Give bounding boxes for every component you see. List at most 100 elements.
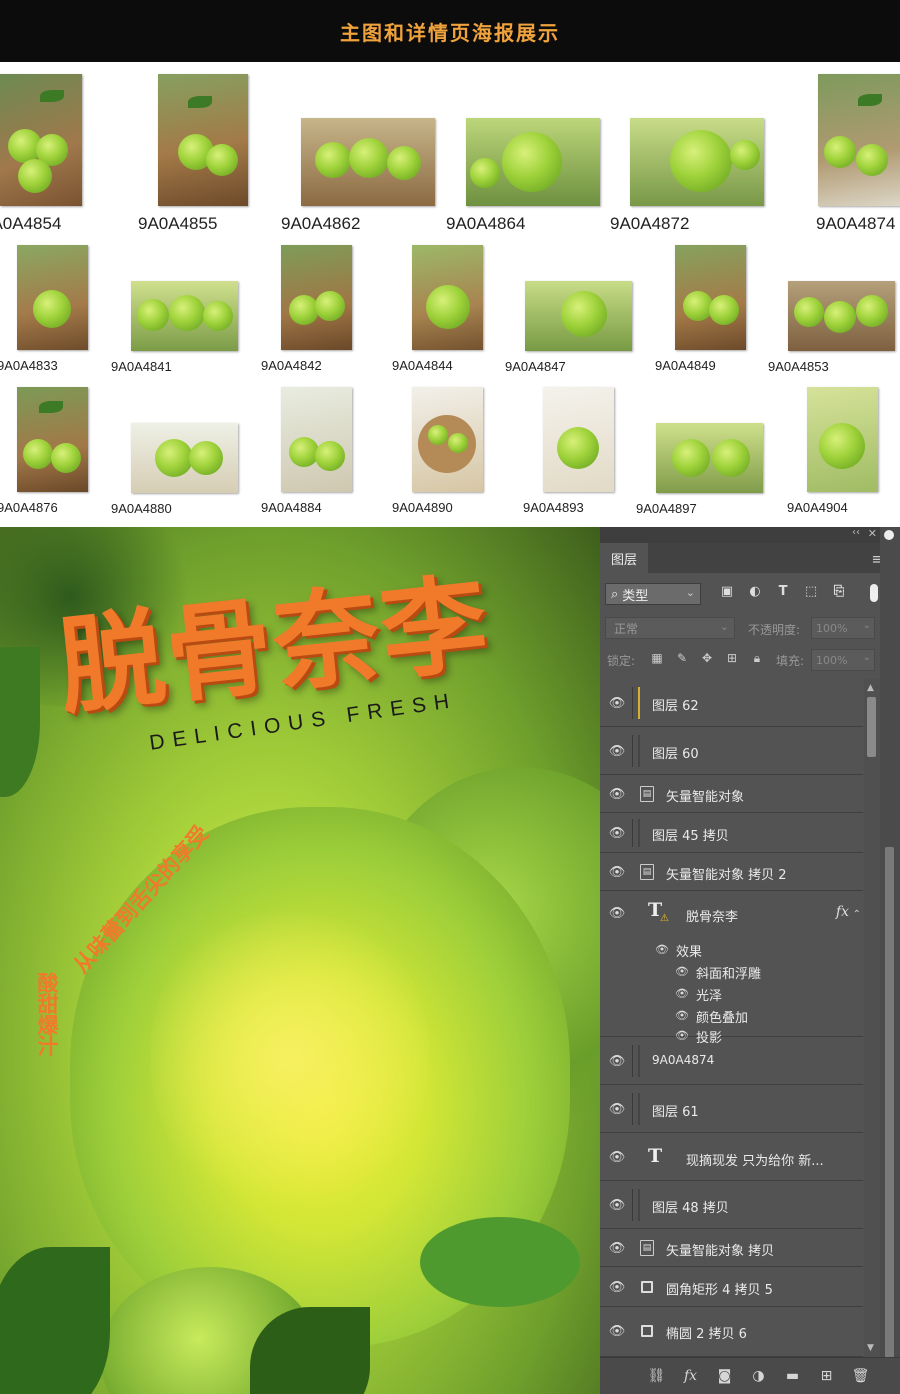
opacity-input[interactable]: 100% ⌄ [811,617,875,639]
thumbnail-image[interactable] [543,387,614,492]
tab-layers[interactable]: 图层 [600,543,648,573]
thumbnail-image[interactable] [818,74,900,206]
smart-object-icon: ▤ [640,1240,654,1256]
effects-eye-icon[interactable]: 👁︎ [654,941,670,957]
image-filter-icon[interactable]: ▣ [720,584,734,599]
blend-mode-select[interactable]: 正常 ⌄ [605,617,735,639]
thumbnail-label: 9A0A4849 [655,358,716,373]
thumbnail-image[interactable] [131,423,238,493]
fill-input[interactable]: 100% ⌄ [811,649,875,671]
thumbnail-image[interactable] [412,245,483,350]
lock-brush-icon[interactable]: ✎ [675,651,689,665]
fx-icon[interactable]: fx [836,904,849,920]
collapse-icon[interactable]: ‹‹ [852,527,860,538]
thumbnail-image[interactable] [466,118,600,206]
layer-filter-row: ⌕ 类型 ⌄ ▣ ◐ T ⬚ ⎘ [600,579,900,611]
thumbnail-image[interactable] [17,245,88,350]
visibility-eye-icon[interactable]: 👁︎ [609,743,626,759]
layer-row[interactable]: 👁︎ 图层 61 [600,1085,863,1133]
link-layers-icon[interactable]: ⛓ [648,1367,666,1384]
thumbnail-label: 9A0A4842 [261,358,322,373]
thumbnail-image[interactable] [525,281,632,351]
thumbnail-image[interactable] [630,118,764,206]
visibility-eye-icon[interactable]: 👁︎ [609,786,626,802]
layer-row[interactable]: 👁︎ T 现摘现发 只为给你 新... [600,1133,863,1181]
close-icon[interactable]: ✕ [868,527,877,540]
layer-row[interactable]: 👁︎ ▤ 矢量智能对象 [600,775,863,813]
filter-toggle-switch[interactable] [870,584,878,602]
panel-top-strip: ‹‹ ✕ [600,527,900,543]
thumbnail-image[interactable] [301,118,435,206]
add-mask-icon[interactable]: ◙ [716,1367,733,1384]
shape-filter-icon[interactable]: ⬚ [804,584,818,599]
thumbnail-image[interactable] [17,387,88,492]
layer-name: 矢量智能对象 [666,790,745,805]
layer-row[interactable]: 👁︎ ▤ 矢量智能对象 拷贝 2 [600,853,863,891]
scroll-down-icon[interactable]: ▼ [867,1343,874,1353]
new-layer-icon[interactable]: ⊞ [818,1367,835,1384]
adjustment-filter-icon[interactable]: ◐ [748,584,762,599]
visibility-eye-icon[interactable]: 👁︎ [609,1279,626,1295]
layer-name: 图层 60 [652,747,699,762]
new-group-icon[interactable]: ▬ [784,1367,801,1384]
thumbnail-image[interactable] [0,74,82,206]
lock-transparent-icon[interactable]: ▦ [650,651,664,665]
visibility-eye-icon[interactable]: 👁︎ [609,1240,626,1256]
layer-row[interactable]: 👁︎ ▤ 矢量智能对象 拷贝 [600,1229,863,1267]
layer-thumbnail [638,1189,640,1221]
effect-eye-icon[interactable]: 👁︎ [674,1007,690,1023]
type-filter-icon[interactable]: T [776,584,790,599]
thumbnail-label: 9A0A4864 [446,214,526,233]
lock-artboard-icon[interactable]: ⊞ [725,651,739,665]
effect-eye-icon[interactable]: 👁︎ [674,963,690,979]
fill-label: 填充: [776,654,805,668]
layer-row[interactable]: 👁︎ 圆角矩形 4 拷贝 5 [600,1267,863,1307]
scroll-thumb[interactable] [867,697,876,757]
layer-row[interactable]: 👁︎ 图层 62 [600,679,863,727]
lock-label: 锁定: [607,654,636,668]
thumbnail-image[interactable] [281,245,352,350]
smart-object-filter-icon[interactable]: ⎘ [832,584,846,599]
visibility-eye-icon[interactable]: 👁︎ [609,1053,626,1069]
layers-scrollbar[interactable]: ▲ ▼ [864,679,880,1357]
layer-row[interactable]: 👁︎ 图层 48 拷贝 [600,1181,863,1229]
fill-value: 100% [816,653,848,667]
thumbnail-image[interactable] [675,245,746,350]
gutter-scroll-track[interactable] [885,847,894,1367]
lock-all-icon[interactable]: 🔒︎ [750,651,764,665]
visibility-eye-icon[interactable]: 👁︎ [609,864,626,880]
thumbnail-label: 9A0A4880 [111,501,172,516]
visibility-eye-icon[interactable]: 👁︎ [609,1323,626,1339]
trash-icon[interactable]: 🗑︎ [852,1367,870,1384]
filter-kind-select[interactable]: ⌕ 类型 ⌄ [605,583,701,605]
layer-row[interactable]: 👁︎ 图层 60 [600,727,863,775]
chevron-down-icon: ⌄ [862,620,871,631]
chevron-up-icon[interactable]: ⌃ [853,909,861,920]
fx-add-style-icon[interactable]: fx [682,1367,699,1384]
visibility-eye-icon[interactable]: 👁︎ [609,905,626,921]
gutter-knob[interactable] [884,530,894,540]
thumbnail-image[interactable] [412,387,483,492]
layers-bottom-toolbar: ⛓ fx ◙ ◑ ▬ ⊞ 🗑︎ [600,1357,900,1394]
thumbnail-image[interactable] [656,423,763,493]
visibility-eye-icon[interactable]: 👁︎ [609,825,626,841]
thumbnail-image[interactable] [788,281,895,351]
layer-row[interactable]: 👁︎ 椭圆 2 拷贝 6 [600,1307,863,1357]
layer-row[interactable]: 👁︎ 图层 45 拷贝 [600,813,863,853]
effect-eye-icon[interactable]: 👁︎ [674,985,690,1001]
thumbnail-image[interactable] [158,74,248,206]
visibility-eye-icon[interactable]: 👁︎ [609,1149,626,1165]
layer-row[interactable]: 👁︎ 9A0A4874 [600,1037,863,1085]
layers-panel: ‹‹ ✕ 图层 ≡ ⌕ 类型 ⌄ ▣ ◐ T ⬚ ⎘ 正常 ⌄ 不透明度: 10… [600,527,900,1394]
visibility-eye-icon[interactable]: 👁︎ [609,1101,626,1117]
thumbnail-image[interactable] [131,281,238,351]
thumbnail-image[interactable] [281,387,352,492]
visibility-eye-icon[interactable]: 👁︎ [609,695,626,711]
visibility-eye-icon[interactable]: 👁︎ [609,1197,626,1213]
layer-row-text-effects[interactable]: 👁︎ T ⚠ 脱骨奈李 fx ⌃ 👁︎ 效果 👁︎ 斜面和浮雕 👁︎ 光泽 👁︎… [600,891,863,1046]
lock-move-icon[interactable]: ✥ [700,651,714,665]
adjustment-layer-icon[interactable]: ◑ [750,1367,767,1384]
thumbnail-image[interactable] [807,387,878,492]
scroll-up-icon[interactable]: ▲ [867,683,874,693]
thumbnail-label: 9A0A4833 [0,358,58,373]
